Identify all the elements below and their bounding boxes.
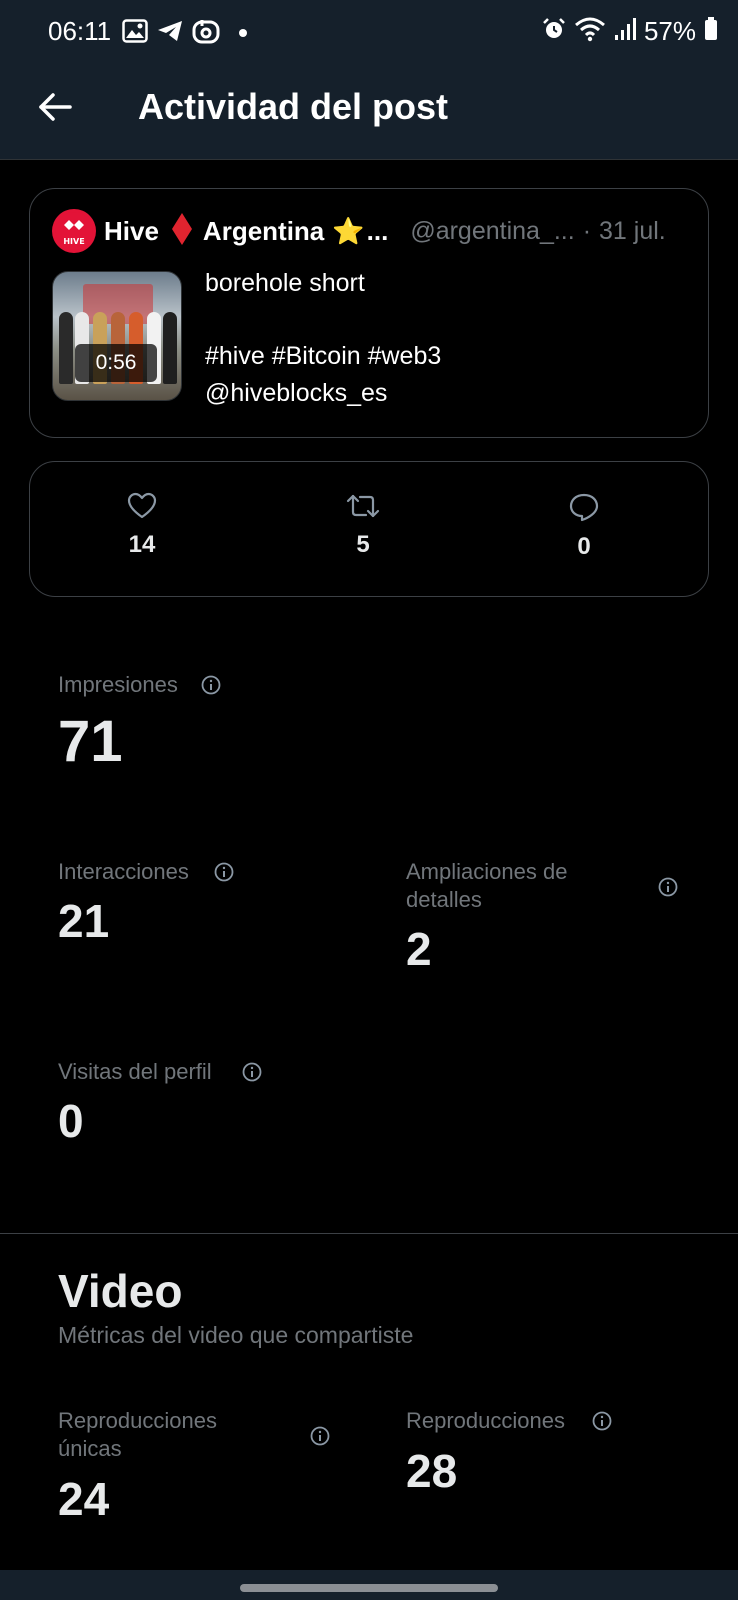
- app-icon: [192, 18, 220, 49]
- post-text-line: borehole short: [205, 269, 365, 297]
- repost-icon: [345, 494, 381, 524]
- red-diamond-icon: [171, 212, 193, 251]
- status-bar: 06:11 57%: [0, 0, 738, 66]
- signal-icon: [614, 17, 636, 46]
- likes-stat[interactable]: 14: [102, 492, 182, 559]
- profile-visits-value: 0: [58, 1095, 84, 1147]
- page-title: Actividad del post: [138, 86, 449, 127]
- status-left-icons: [122, 18, 248, 49]
- author-name-part2: Argentina: [202, 215, 325, 246]
- unique-plays-label: Reproducciones: [58, 1408, 217, 1433]
- alarm-icon: [542, 17, 566, 46]
- interactions-label: Interacciones: [58, 859, 189, 884]
- likes-count: 14: [128, 531, 156, 558]
- profile-visits-label: Visitas del perfil: [58, 1059, 212, 1084]
- section-divider: [0, 1233, 738, 1234]
- avatar-label: HIVE: [63, 237, 84, 246]
- post-text: borehole short #hive #Bitcoin #web3 @hiv…: [205, 265, 665, 412]
- post-hashtags[interactable]: #hive #Bitcoin #web3: [205, 338, 665, 375]
- post-date: 31 jul.: [599, 216, 666, 245]
- impressions-value: 71: [58, 709, 123, 774]
- wifi-icon: [574, 16, 606, 47]
- replies-count: 0: [577, 533, 591, 560]
- post-header: HIVE Hive Argentina ⭐ ... @argentina_...…: [52, 209, 692, 253]
- battery-percent: 57%: [643, 16, 696, 46]
- unique-plays-label: únicas: [58, 1436, 122, 1461]
- plays-value: 28: [406, 1445, 458, 1497]
- video-section-title: Video: [58, 1265, 183, 1317]
- app-header: Actividad del post: [0, 66, 738, 160]
- video-section-subtitle: Métricas del video que compartiste: [58, 1322, 414, 1348]
- status-time: 06:11: [48, 16, 112, 46]
- unique-plays-value: 24: [58, 1473, 110, 1525]
- video-duration-badge: 0:56: [75, 344, 157, 382]
- plays-label: Reproducciones: [406, 1408, 565, 1433]
- author-handle: @argentina_...: [410, 216, 575, 245]
- post-mention[interactable]: @hiveblocks_es: [205, 375, 665, 412]
- star-icon: ⭐: [332, 215, 365, 246]
- video-thumbnail[interactable]: 0:56: [52, 271, 182, 401]
- avatar[interactable]: HIVE: [52, 209, 96, 253]
- info-icon[interactable]: [242, 1062, 262, 1082]
- post-card[interactable]: HIVE Hive Argentina ⭐ ... @argentina_...…: [29, 188, 709, 438]
- detail-expands-label: Ampliaciones de: [406, 859, 568, 884]
- post-text-spacer: [205, 302, 665, 338]
- engagement-card: 14 5 0: [29, 461, 709, 597]
- back-button[interactable]: [32, 86, 78, 132]
- info-icon[interactable]: [214, 862, 234, 882]
- heart-icon: [127, 492, 157, 524]
- battery-icon: [704, 17, 718, 46]
- replies-stat[interactable]: 0: [544, 492, 624, 561]
- info-icon[interactable]: [592, 1411, 612, 1431]
- reposts-stat[interactable]: 5: [323, 492, 403, 559]
- author-name-part1: Hive: [104, 215, 159, 246]
- status-right: 57%: [542, 16, 718, 47]
- gesture-handle[interactable]: [240, 1584, 498, 1592]
- name-ellipsis: ...: [366, 215, 389, 246]
- impressions-label: Impresiones: [58, 672, 178, 697]
- dot-icon: [238, 25, 248, 43]
- screen: 06:11 57% Actividad del post HIVE Hive A…: [0, 0, 738, 1600]
- arrow-left-icon: [37, 92, 73, 127]
- detail-expands-value: 2: [406, 923, 432, 975]
- telegram-icon: [156, 19, 184, 48]
- reposts-count: 5: [356, 531, 370, 558]
- reply-icon: [568, 493, 600, 526]
- info-icon[interactable]: [310, 1426, 330, 1446]
- gallery-icon: [122, 19, 148, 48]
- date-separator: ·: [582, 216, 592, 245]
- info-icon[interactable]: [201, 675, 221, 695]
- interactions-value: 21: [58, 895, 110, 947]
- detail-expands-label: detalles: [406, 887, 482, 912]
- info-icon[interactable]: [658, 877, 678, 897]
